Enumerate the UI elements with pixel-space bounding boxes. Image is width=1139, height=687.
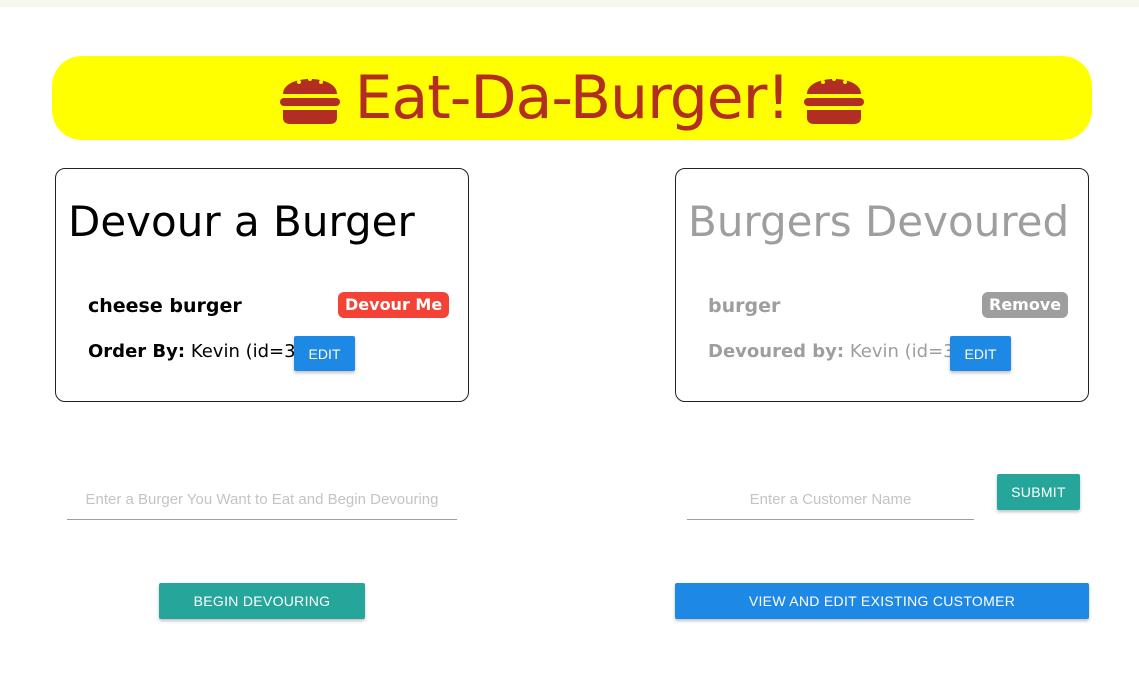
customer-name: Kevin (id=3) — [190, 341, 303, 362]
page-title: Eat-Da-Burger! — [354, 63, 791, 133]
burger-name: cheese burger — [88, 295, 242, 317]
burger-icon — [804, 77, 865, 124]
devoured-burger-name: burger — [708, 295, 781, 317]
submit-customer-button[interactable]: SUBMIT — [997, 474, 1080, 510]
view-edit-customer-button[interactable]: VIEW AND EDIT EXISTING CUSTOMER — [675, 583, 1089, 619]
edit-devoured-customer-button[interactable]: EDIT — [950, 336, 1011, 371]
edit-customer-button[interactable]: EDIT — [294, 336, 355, 371]
devour-me-button[interactable]: Devour Me — [338, 292, 450, 318]
devoured-card-title: Burgers Devoured — [688, 197, 1070, 246]
devoured-customer-name: Kevin (id=3) — [849, 341, 962, 362]
customer-name-input[interactable] — [687, 480, 974, 520]
devoured-by-line: Devoured by: Kevin (id=3) — [708, 341, 962, 362]
header-banner: Eat-Da-Burger! — [52, 56, 1092, 140]
order-by-label: Order By: — [88, 341, 186, 362]
burger-icon — [279, 77, 340, 124]
devoured-by-label: Devoured by: — [708, 341, 845, 362]
burger-input[interactable] — [67, 480, 457, 520]
top-background-strip — [0, 0, 1139, 7]
begin-devouring-button[interactable]: BEGIN DEVOURING — [159, 583, 365, 619]
devour-card-title: Devour a Burger — [68, 197, 415, 246]
order-by-line: Order By: Kevin (id=3) — [88, 341, 303, 362]
devoured-card: Burgers Devoured burger Remove Devoured … — [675, 168, 1089, 402]
devour-card: Devour a Burger cheese burger Devour Me … — [55, 168, 469, 402]
remove-button[interactable]: Remove — [982, 292, 1069, 318]
